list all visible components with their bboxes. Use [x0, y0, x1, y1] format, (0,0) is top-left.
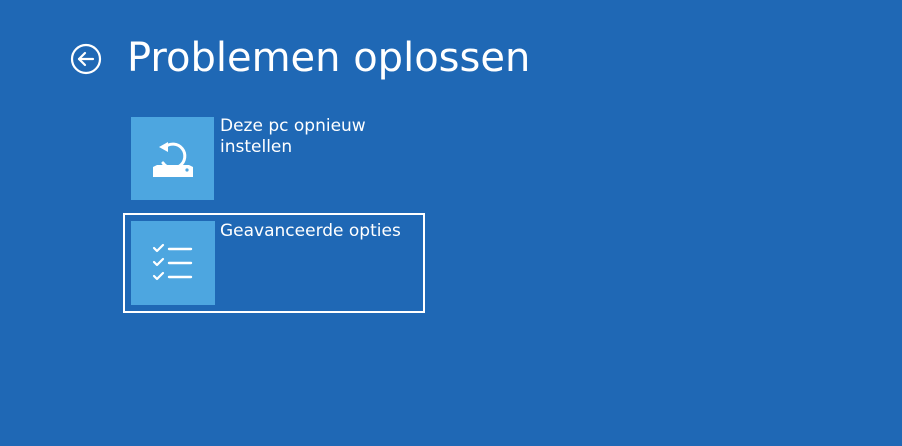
- back-button[interactable]: [70, 43, 102, 75]
- back-arrow-icon: [70, 43, 102, 75]
- advanced-options-label: Geavanceerde opties: [220, 221, 401, 241]
- page-title: Problemen oplossen: [127, 35, 531, 81]
- recovery-screen: Problemen oplossen Deze pc opnieuw inste…: [0, 0, 902, 446]
- reset-pc-label: Deze pc opnieuw instellen: [220, 116, 366, 157]
- checklist-icon: [152, 243, 193, 281]
- reset-pc-tile: [131, 117, 214, 200]
- reset-pc-icon: [152, 141, 193, 177]
- advanced-options-option[interactable]: Geavanceerde opties: [123, 213, 425, 313]
- advanced-options-tile: [131, 221, 215, 305]
- reset-pc-option[interactable]: Deze pc opnieuw instellen: [123, 110, 425, 208]
